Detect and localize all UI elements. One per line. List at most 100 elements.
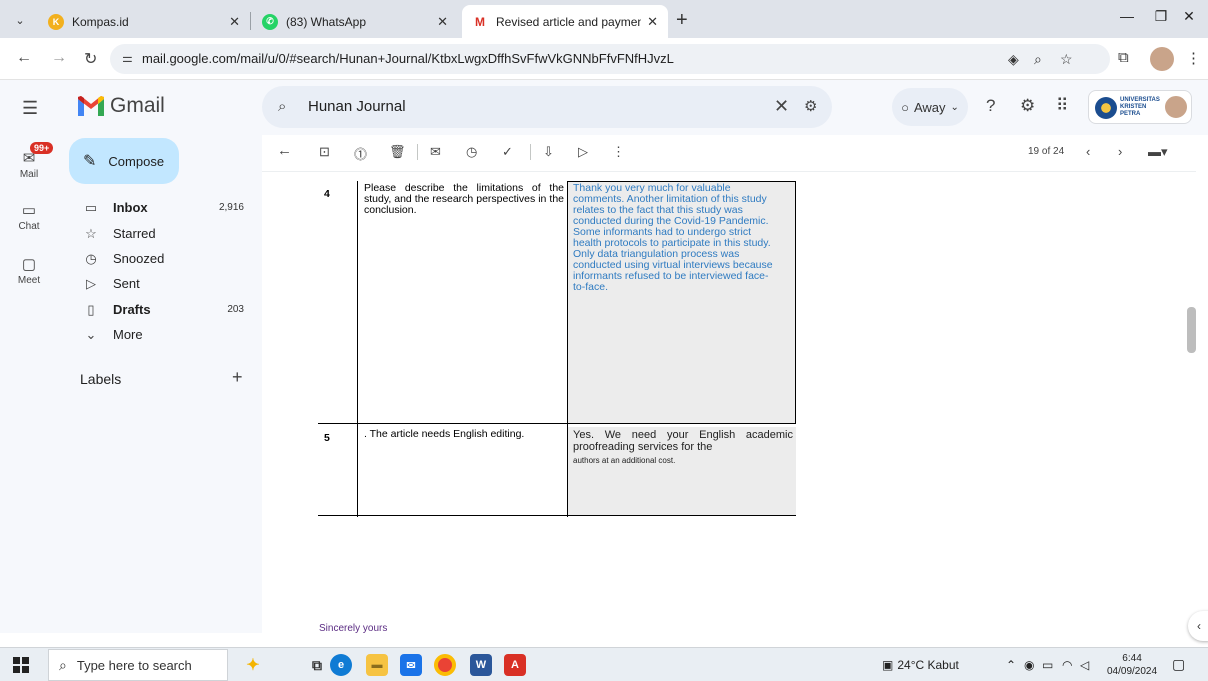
inbox-icon: ▭ [84,199,98,215]
nav-item-snoozed[interactable]: ◷ Snoozed [58,246,258,271]
clear-search-icon[interactable]: ✕ [774,96,789,117]
location-icon[interactable]: ◉ [1024,658,1034,672]
zoom-icon[interactable]: ⌕ [1034,51,1042,68]
forward-arrow-icon[interactable]: → [51,49,67,67]
close-tab-icon[interactable]: ✕ [647,14,658,30]
snooze-clock-icon[interactable]: ◷ [466,144,477,160]
browser-menu-icon[interactable]: ⋮ [1186,49,1201,67]
tab-gmail-active[interactable]: M Revised article and payment pro ✕ [462,5,668,38]
close-tab-icon[interactable]: ✕ [437,14,448,30]
account-avatar[interactable] [1163,94,1189,120]
reload-icon[interactable]: ↻ [84,49,97,69]
back-arrow-icon[interactable]: ← [16,49,32,67]
battery-icon[interactable]: ▭ [1042,658,1053,672]
browser-tab-strip: ⌄ K Kompas.id ✕ ✆ (83) WhatsApp ✕ M Revi… [0,0,1208,38]
more-options-icon[interactable]: ⋮ [612,144,625,160]
url-text[interactable]: mail.google.com/mail/u/0/#search/Hunan+J… [142,51,674,66]
archive-icon[interactable]: ⊡ [319,144,330,160]
new-tab-icon[interactable]: + [676,9,688,32]
bookmark-star-icon[interactable]: ☆ [1060,51,1073,68]
toolbar-separator [417,144,418,160]
toolbar-divider [262,171,1196,172]
clock-icon: ◷ [85,250,97,266]
status-circle-icon: ○ [901,99,909,115]
weather-widget[interactable]: ▣ 24°C Kabut [882,658,959,672]
toolbar-separator [530,144,531,160]
add-task-icon[interactable]: ✓ [502,144,513,160]
gmail-logo[interactable]: Gmail [78,94,165,118]
university-seal-icon [1095,97,1117,119]
search-options-icon[interactable]: ⚙ [804,97,817,115]
taskbar-search[interactable]: ⌕ Type here to search [48,649,228,681]
nav-item-sent[interactable]: ▷ Sent [58,271,258,296]
report-spam-icon[interactable]: ⓵ [354,144,367,163]
windows-start-icon[interactable] [13,657,29,673]
system-clock[interactable]: 6:44 04/09/2024 [1107,652,1157,678]
nav-item-starred[interactable]: ☆ Starred [58,221,258,246]
message-scrollbar[interactable] [1187,307,1196,353]
file-explorer-icon[interactable]: ▬ [366,654,388,676]
help-icon[interactable]: ? [986,96,995,116]
side-panel-toggle-icon[interactable]: ‹ [1188,611,1208,641]
tab-whatsapp[interactable]: ✆ (83) WhatsApp ✕ [252,5,458,38]
pdf-reader-icon[interactable]: A [504,654,526,676]
chrome-browser-icon[interactable] [434,654,456,676]
unread-badge: 99+ [30,142,54,154]
whatsapp-favicon-icon: ✆ [262,13,278,30]
account-switcher[interactable]: UNIVERSITAS KRISTEN PETRA [1088,90,1192,124]
main-menu-icon[interactable]: ☰ [22,98,38,119]
tab-kompas[interactable]: K Kompas.id ✕ [38,5,250,38]
app-rail: ✉ Mail 99+ ▭ Chat ▢ Meet [0,135,58,633]
tab-search-chevron-icon[interactable]: ⌄ [8,8,32,32]
delete-trash-icon[interactable]: 🗑 [389,144,406,160]
video-camera-icon: ▢ [21,256,37,273]
rail-meet[interactable]: ▢ Meet [0,255,58,286]
word-app-icon[interactable]: W [470,654,492,676]
mark-unread-icon[interactable]: ✉ [430,144,441,160]
mail-nav-panel: ✎ Compose ▭ Inbox 2,916 ☆ Starred ◷ Snoo… [58,135,262,633]
edge-browser-icon[interactable]: e [330,654,352,676]
site-info-icon[interactable]: ⚌ [122,51,133,65]
rail-mail[interactable]: ✉ Mail [0,149,58,180]
gmail-m-icon [78,96,104,116]
compose-button[interactable]: ✎ Compose [69,138,179,184]
status-dropdown[interactable]: ○ Away ⌄ [892,88,968,126]
wifi-icon[interactable]: ◠ [1062,658,1072,672]
table-rule [567,181,568,517]
task-view-icon[interactable]: ⧉ [306,654,328,676]
notifications-icon[interactable]: ▢ [1172,656,1185,673]
newer-chevron-icon[interactable]: ‹ [1086,144,1090,159]
close-tab-icon[interactable]: ✕ [229,14,240,30]
nav-item-inbox[interactable]: ▭ Inbox 2,916 [58,195,258,220]
speaker-volume-icon[interactable]: ◁ [1080,658,1089,672]
keyboard-input-icon[interactable]: ▬▾ [1148,144,1168,160]
label-tag-icon[interactable]: ▷ [578,144,588,160]
add-label-icon[interactable]: + [232,367,243,388]
mail-app-icon[interactable]: ✉ [400,654,422,676]
search-input[interactable] [308,98,708,115]
nav-item-more[interactable]: ⌄ More [58,322,258,347]
settings-gear-icon[interactable]: ⚙ [1020,96,1035,116]
close-window-icon[interactable]: ✕ [1166,8,1208,25]
row-number: 5 [324,432,330,444]
copilot-sparkle-icon[interactable]: ✦ [242,654,264,676]
back-to-list-icon[interactable]: ← [277,142,292,159]
browser-profile-avatar[interactable] [1150,47,1174,71]
older-chevron-icon[interactable]: › [1118,144,1122,159]
row-number: 4 [324,188,330,200]
rail-chat[interactable]: ▭ Chat [0,201,58,232]
table-rule [318,423,796,424]
eye-icon[interactable]: ◈ [1008,51,1019,68]
apps-grid-icon[interactable]: ⠿ [1056,96,1068,116]
move-to-icon[interactable]: ⇩ [543,144,554,160]
nav-item-drafts[interactable]: ▯ Drafts 203 [58,297,258,322]
reviewer-comment: Please describe the limitations of the s… [364,182,564,216]
labels-heading: Labels [80,371,122,387]
extensions-icon[interactable]: ⧉ [1118,49,1129,66]
page-count: 19 of 24 [1028,146,1065,157]
chat-bubble-icon: ▭ [21,202,37,219]
draft-file-icon: ▯ [87,301,95,317]
show-hidden-icons-chevron-icon[interactable]: ⌃ [1006,658,1016,672]
search-icon[interactable]: ⌕ [278,98,286,115]
address-bar[interactable]: ⚌ mail.google.com/mail/u/0/#search/Hunan… [110,44,1110,74]
